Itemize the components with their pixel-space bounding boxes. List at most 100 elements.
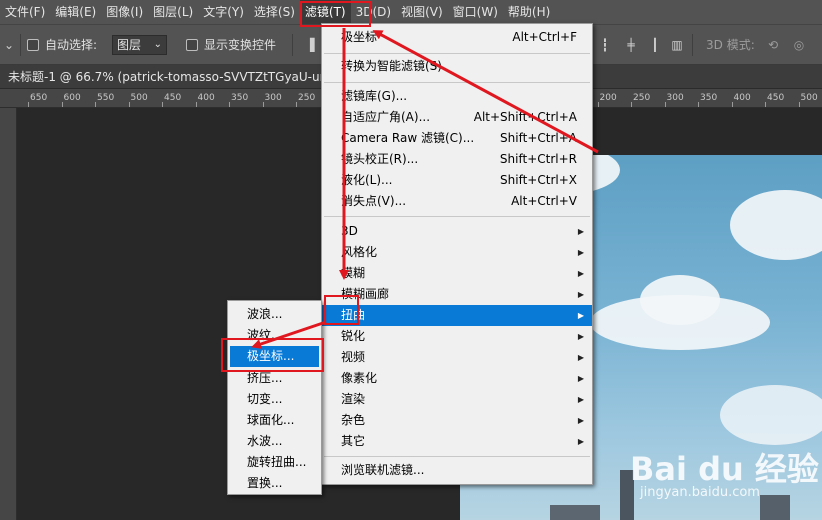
- vanishing-point[interactable]: 消失点(V)... Alt+Ctrl+V: [322, 191, 592, 212]
- filter-stylize[interactable]: 风格化 ▶: [322, 242, 592, 263]
- convert-smart-filter[interactable]: 转换为智能滤镜(S): [322, 56, 592, 77]
- ruler-tick-mark: [597, 102, 599, 107]
- ruler-tick-label: 500: [800, 93, 818, 103]
- filter-other[interactable]: 其它 ▶: [322, 431, 592, 452]
- menu-layer[interactable]: 图层(L): [148, 0, 198, 24]
- ruler-tick-mark: [765, 102, 766, 107]
- chevron-down-icon[interactable]: ⌄: [2, 38, 16, 52]
- auto-select-dropdown[interactable]: 图层 ⌄: [112, 35, 167, 55]
- ruler-tick-mark: [664, 102, 666, 107]
- ruler-tick-mark: [61, 102, 63, 107]
- ruler-tick-label: 300: [264, 93, 282, 103]
- baidu-watermark: Bai du 经验 jingyan.baidu.com: [630, 440, 819, 518]
- building: [550, 505, 600, 520]
- ruler-tick-label: 350: [231, 93, 249, 103]
- divider: [20, 34, 21, 56]
- filter-gallery[interactable]: 滤镜库(G)...: [322, 86, 592, 107]
- lens-correction[interactable]: 镜头校正(R)... Shift+Ctrl+R: [322, 149, 592, 170]
- ruler-tick-mark: [229, 102, 230, 107]
- submenu-arrow-icon: ▶: [577, 227, 584, 236]
- distort-zigzag[interactable]: 水波...: [228, 431, 321, 452]
- ruler-tick-label: 400: [733, 93, 751, 103]
- menu-edit[interactable]: 编辑(E): [50, 0, 101, 24]
- orbit-3d-icon[interactable]: ⟲: [766, 38, 780, 52]
- show-transform-label: 显示变换控件: [204, 38, 277, 52]
- auto-select-value: 图层: [117, 38, 142, 52]
- distort-submenu: 波浪... 波纹... 极坐标... 挤压... 切变... 球面化... 水波…: [227, 300, 322, 495]
- submenu-arrow-icon: ▶: [577, 332, 584, 341]
- ruler-tick-mark: [95, 102, 96, 107]
- annotation-box-polar-coordinates: [221, 338, 324, 372]
- ruler-tick-label: 250: [298, 93, 316, 103]
- filter-blur-gallery[interactable]: 模糊画廊 ▶: [322, 284, 592, 305]
- distribute-icon[interactable]: ┃: [648, 38, 662, 52]
- submenu-arrow-icon: ▶: [577, 395, 584, 404]
- ruler-tick-label: 600: [63, 93, 81, 103]
- menu-help[interactable]: 帮助(H): [503, 0, 555, 24]
- cloud: [640, 275, 720, 325]
- filter-render[interactable]: 渲染 ▶: [322, 389, 592, 410]
- ruler-tick-label: 550: [97, 93, 115, 103]
- filter-pixelate[interactable]: 像素化 ▶: [322, 368, 592, 389]
- filter-sharpen[interactable]: 锐化 ▶: [322, 326, 592, 347]
- annotation-box-filter-menu: [300, 1, 371, 27]
- vertical-ruler: [0, 108, 17, 520]
- adaptive-wide-angle[interactable]: 自适应广角(A)... Alt+Shift+Ctrl+A: [322, 107, 592, 128]
- ruler-tick-mark: [262, 102, 264, 107]
- submenu-arrow-icon: ▶: [577, 374, 584, 383]
- divider: [324, 456, 590, 457]
- ruler-tick-label: 450: [767, 93, 785, 103]
- ruler-tick-label: 300: [666, 93, 684, 103]
- filter-menu: 极坐标 Alt+Ctrl+F 转换为智能滤镜(S) 滤镜库(G)... 自适应广…: [321, 23, 593, 485]
- roll-3d-icon[interactable]: ◎: [792, 38, 806, 52]
- distort-spherize[interactable]: 球面化...: [228, 410, 321, 431]
- ruler-tick-mark: [195, 102, 197, 107]
- align-left-icon[interactable]: ▐: [303, 38, 317, 52]
- filter-distort[interactable]: 扭曲 ▶: [322, 305, 592, 326]
- ruler-tick-mark: [631, 102, 632, 107]
- chevron-down-icon: ⌄: [153, 39, 162, 50]
- submenu-arrow-icon: ▶: [577, 353, 584, 362]
- watermark-url: jingyan.baidu.com: [640, 485, 760, 500]
- filter-3d[interactable]: 3D ▶: [322, 221, 592, 242]
- menu-view[interactable]: 视图(V): [396, 0, 448, 24]
- ruler-tick-label: 200: [599, 93, 617, 103]
- distort-shear[interactable]: 切变...: [228, 389, 321, 410]
- show-transform-checkbox[interactable]: [186, 39, 198, 51]
- menu-file[interactable]: 文件(F): [0, 0, 50, 24]
- menu-window[interactable]: 窗口(W): [448, 0, 503, 24]
- cloud: [720, 385, 822, 445]
- filter-video[interactable]: 视频 ▶: [322, 347, 592, 368]
- menu-type[interactable]: 文字(Y): [198, 0, 249, 24]
- liquify[interactable]: 液化(L)... Shift+Ctrl+X: [322, 170, 592, 191]
- submenu-arrow-icon: ▶: [577, 269, 584, 278]
- distort-wave[interactable]: 波浪...: [228, 304, 321, 325]
- filter-noise[interactable]: 杂色 ▶: [322, 410, 592, 431]
- distort-displace[interactable]: 置换...: [228, 473, 321, 494]
- watermark-logo: Bai du 经验: [630, 450, 819, 488]
- submenu-arrow-icon: ▶: [577, 311, 584, 320]
- cloud: [730, 190, 822, 260]
- submenu-arrow-icon: ▶: [577, 290, 584, 299]
- align-middle-icon[interactable]: ╪: [624, 38, 638, 52]
- auto-select-checkbox[interactable]: [27, 39, 39, 51]
- distort-twirl[interactable]: 旋转扭曲...: [228, 452, 321, 473]
- menu-select[interactable]: 选择(S): [249, 0, 300, 24]
- divider: [324, 53, 590, 54]
- camera-raw-filter[interactable]: Camera Raw 滤镜(C)... Shift+Ctrl+A: [322, 128, 592, 149]
- divider: [292, 34, 293, 56]
- filter-last-polar-coordinates[interactable]: 极坐标 Alt+Ctrl+F: [322, 27, 592, 48]
- menu-image[interactable]: 图像(I): [101, 0, 148, 24]
- filter-blur[interactable]: 模糊 ▶: [322, 263, 592, 284]
- ruler-tick-mark: [128, 102, 130, 107]
- distribute-spacing-icon[interactable]: ▥: [670, 38, 684, 52]
- align-center-icon[interactable]: ┇: [598, 38, 612, 52]
- ruler-tick-label: 450: [164, 93, 182, 103]
- document-tab-title[interactable]: 未标题-1 @ 66.7% (patrick-tomasso-SVVTZtTGy…: [8, 65, 344, 89]
- ruler-tick-mark: [698, 102, 699, 107]
- ruler-tick-mark: [162, 102, 163, 107]
- submenu-arrow-icon: ▶: [577, 437, 584, 446]
- ruler-tick-label: 500: [130, 93, 148, 103]
- menu-bar: 文件(F) 编辑(E) 图像(I) 图层(L) 文字(Y) 选择(S) 滤镜(T…: [0, 0, 822, 24]
- browse-online-filters[interactable]: 浏览联机滤镜...: [322, 460, 592, 481]
